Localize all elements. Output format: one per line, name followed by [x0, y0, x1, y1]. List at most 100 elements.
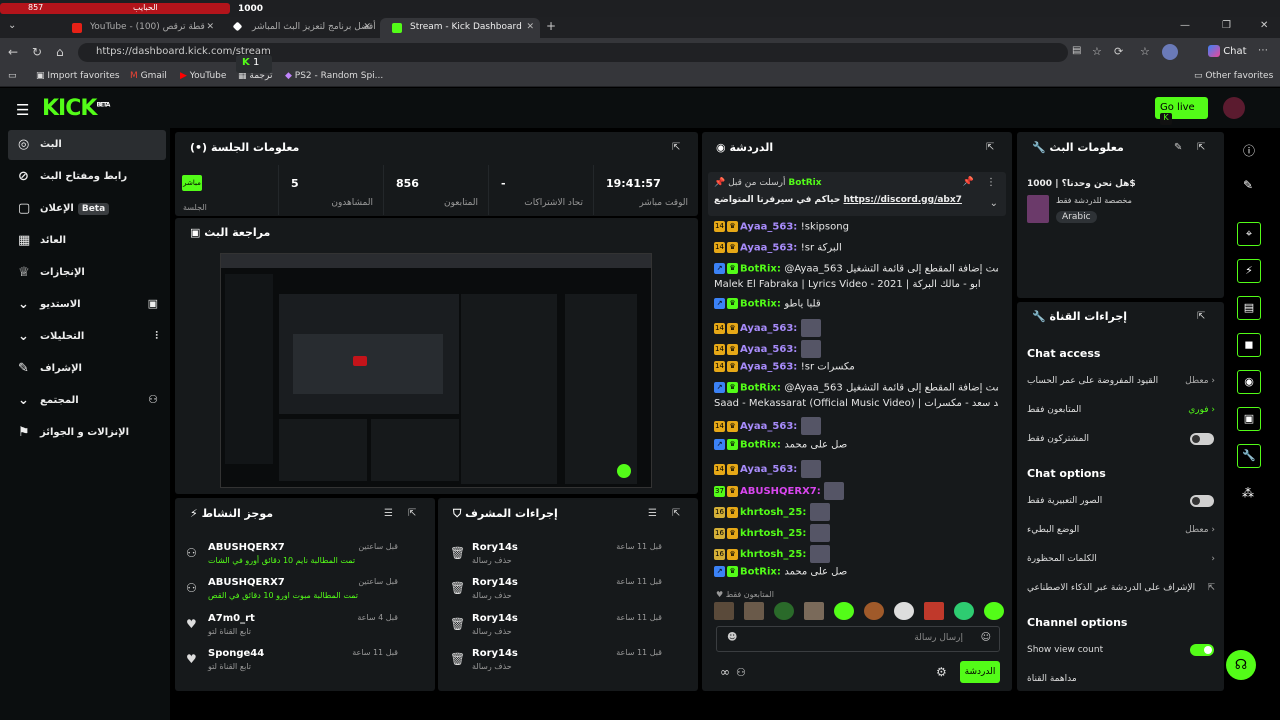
kick-logo[interactable]: KICKBETA [42, 96, 110, 121]
emote[interactable] [774, 602, 794, 620]
infinity-icon[interactable]: ∞ [720, 665, 730, 679]
profile-icon[interactable] [1162, 44, 1178, 60]
subscribers-only-toggle[interactable] [1190, 433, 1214, 445]
favorites-icon[interactable]: ☆ [1140, 45, 1150, 58]
sidebar-item-stream-key[interactable]: ⊘ رابط ومفتاح البث [8, 162, 166, 192]
reader-icon[interactable]: ▤ [1072, 45, 1081, 56]
close-icon[interactable]: ✕ [526, 22, 534, 32]
show-view-count-toggle[interactable] [1190, 644, 1214, 656]
account-age-row[interactable]: القيود المفروضة على عمر الحساب معطل › [1027, 376, 1215, 386]
bookmark-ps2[interactable]: ◆ PS2 - Random Spi... [285, 71, 383, 81]
gear-icon[interactable]: ⚙ [936, 665, 947, 679]
emote-picker-icon[interactable]: ☺ [981, 632, 991, 643]
chat-username[interactable]: BotRix: [740, 383, 784, 394]
chat-username[interactable]: BotRix: [740, 299, 784, 310]
minimize-icon[interactable]: — [1180, 20, 1190, 31]
go-live-button[interactable]: Go live K [1155, 97, 1208, 125]
unpin-icon[interactable]: 📌 [963, 177, 974, 187]
help-button[interactable]: ☊ [1226, 650, 1256, 680]
chat-username[interactable]: BotRix: [740, 567, 784, 578]
chat-username[interactable]: Ayaa_563: [740, 421, 801, 432]
close-icon[interactable]: ✕ [363, 22, 371, 32]
sidebar-item-analytics[interactable]: ⌄ التحليلات ⫶ [8, 322, 166, 352]
chat-username[interactable]: Ayaa_563: [740, 222, 801, 233]
more-icon[interactable]: ⋮ [986, 177, 996, 188]
popout-icon[interactable]: ⇱ [672, 142, 680, 153]
chat-username[interactable]: Ayaa_563: [740, 243, 801, 254]
bookmark-gmail[interactable]: M Gmail [130, 71, 167, 81]
channel-watch-row[interactable]: مداهمة القناة [1027, 674, 1215, 684]
chat-input[interactable]: ☻ إرسال رسالة ☺ [716, 626, 1000, 652]
tab-kick-dashboard[interactable]: Stream - Kick Dashboard ✕ [380, 18, 540, 38]
pencil-icon[interactable]: ✎ [1243, 178, 1253, 192]
chat-username[interactable]: khrtosh_25: [740, 528, 810, 539]
ai-moderation-row[interactable]: الإشراف على الدردشة عبر الذكاء الاصطناعي… [1027, 583, 1215, 593]
sidebar-item-achievements[interactable]: ♕ الإنجازات [8, 258, 166, 288]
popout-icon[interactable]: ⇱ [672, 508, 680, 519]
info-icon[interactable]: ⓘ [1243, 142, 1255, 159]
chat-username[interactable]: BotRix: [740, 440, 784, 451]
chat-username[interactable]: Ayaa_563: [740, 464, 801, 475]
close-icon[interactable]: ✕ [206, 22, 214, 32]
focus-icon[interactable]: ⌖ [1237, 222, 1261, 246]
emote[interactable] [834, 602, 854, 620]
wrench-icon[interactable]: 🔧 [1237, 444, 1261, 468]
bolt-icon[interactable]: ⚡ [1237, 259, 1261, 283]
emote[interactable] [714, 602, 734, 620]
chat-username[interactable]: Ayaa_563: [740, 362, 801, 373]
extensions-icon[interactable]: ⟳ [1114, 45, 1123, 58]
pinned-link[interactable]: https://discord.gg/abx7 [844, 195, 962, 205]
emote[interactable] [954, 602, 974, 620]
apps-icon[interactable]: ⁂ [1242, 486, 1254, 500]
hamburger-icon[interactable]: ☰ [16, 101, 29, 119]
pinned-message[interactable]: 📌 أرسلت من قبل BotRix حياكم في سيرفرنا ا… [708, 172, 1006, 216]
more-icon[interactable]: ⋯ [1258, 45, 1268, 56]
tab-menu-icon[interactable]: ⌄ [8, 20, 16, 31]
chat-username[interactable]: ABUSHQERX7: [740, 486, 824, 497]
star-icon[interactable]: ☆ [1092, 45, 1102, 58]
home-icon[interactable]: ⌂ [56, 45, 64, 59]
emote[interactable] [744, 602, 764, 620]
new-tab-icon[interactable]: + [546, 19, 556, 33]
window-close-icon[interactable]: ✕ [1260, 20, 1268, 31]
filter-icon[interactable]: ☰ [648, 508, 657, 519]
broadcast-icon[interactable]: ◉ [1237, 370, 1261, 394]
pencil-icon[interactable]: ✎ [1174, 142, 1182, 153]
bookmark-youtube[interactable]: ▶ YouTube [180, 71, 226, 81]
popout-icon[interactable]: ⇱ [1197, 311, 1205, 322]
emote[interactable] [804, 602, 824, 620]
sidebar-item-studio[interactable]: ⌄ الاستديو ▣ [8, 290, 166, 320]
reload-icon[interactable]: ↻ [32, 45, 42, 59]
followers-only-row[interactable]: المتابعون فقط فوري › [1027, 405, 1215, 415]
emote[interactable] [894, 602, 914, 620]
sidebar-item-moderation[interactable]: ✎ الإشراف [8, 354, 166, 384]
emote[interactable] [864, 602, 884, 620]
stream-preview[interactable] [220, 253, 652, 488]
popout-icon[interactable]: ⇱ [408, 508, 416, 519]
maximize-icon[interactable]: ❐ [1222, 20, 1231, 31]
sidebar-item-community[interactable]: ⌄ المجتمع ⚇ [8, 386, 166, 416]
chat-button[interactable]: Chat [1208, 45, 1247, 57]
chat-username[interactable]: Ayaa_563: [740, 344, 801, 355]
bookmark-import[interactable]: ▣ Import favorites [36, 71, 120, 81]
emote[interactable] [984, 602, 1004, 620]
users-icon[interactable]: ⚇ [736, 666, 746, 679]
bookmark-other[interactable]: ▭ Other favorites [1194, 71, 1273, 81]
url-input[interactable]: https://dashboard.kick.com/stream [78, 43, 1068, 62]
document-icon[interactable]: ▤ [1237, 296, 1261, 320]
chat-username[interactable]: khrtosh_25: [740, 507, 810, 518]
send-chat-button[interactable]: الدردشة [960, 661, 1000, 683]
tab-youtube[interactable]: YouTube - قطة ترقص (100) ✕ [60, 18, 220, 38]
popout-icon[interactable]: ⇱ [1197, 142, 1205, 153]
emoji-icon[interactable]: ☻ [727, 632, 737, 643]
tab-boost[interactable]: أفضل برنامج لتعزيز البث المباشر ✕ [222, 18, 377, 38]
avatar[interactable] [1223, 97, 1245, 119]
sidebar-item-stream[interactable]: ◎ البث [8, 130, 166, 160]
back-icon[interactable]: ← [8, 45, 18, 59]
sidebar-item-revenue[interactable]: ▦ العائد [8, 226, 166, 256]
sidebar-item-drops[interactable]: ⚑ الإنزالات و الجوائز [8, 418, 166, 448]
chevron-down-icon[interactable]: ⌄ [990, 198, 998, 209]
slow-mode-row[interactable]: الوضع البطيء معطل › [1027, 525, 1215, 535]
filter-icon[interactable]: ☰ [384, 508, 393, 519]
chat-username[interactable]: Ayaa_563: [740, 323, 801, 334]
